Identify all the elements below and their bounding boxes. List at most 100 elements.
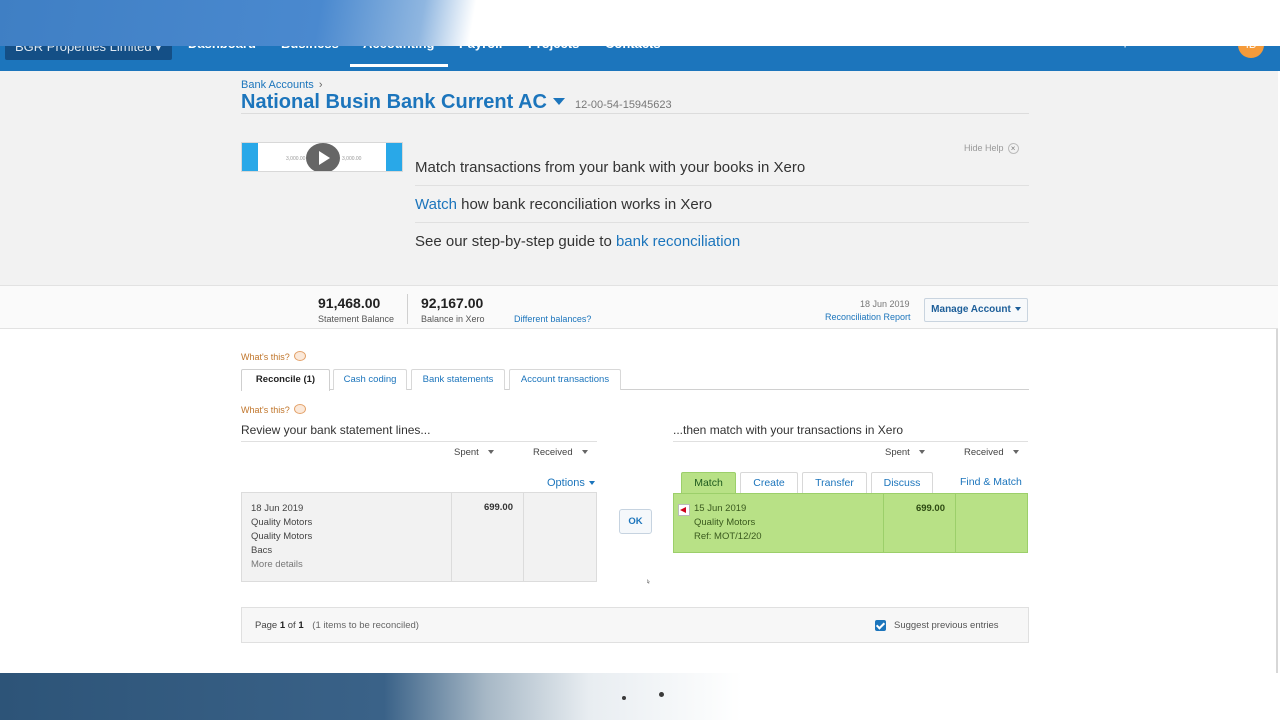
tab-bank-statements[interactable]: Bank statements: [411, 369, 505, 390]
top-navigation-bar: BGR Properties Limited ▾ Dashboard Busin…: [0, 30, 1280, 71]
chevron-down-icon: [552, 98, 565, 105]
bank-reconciliation-link[interactable]: bank reconciliation: [616, 233, 740, 250]
find-and-match-link[interactable]: Find & Match: [960, 476, 1022, 488]
tab-account-transactions[interactable]: Account transactions: [509, 369, 621, 390]
help-text-match: Match transactions from your bank with y…: [415, 159, 806, 176]
chevron-down-icon: [1012, 450, 1019, 454]
statement-balance-label: Statement Balance: [318, 314, 395, 324]
organisation-name: BGR Properties Limited: [15, 39, 152, 54]
tab-transfer[interactable]: Transfer: [802, 472, 867, 493]
balance-bar: 91,468.00 Statement Balance 92,167.00 Ba…: [0, 285, 1278, 329]
received-label: Received: [964, 447, 1004, 458]
whats-this-label: What's this?: [241, 405, 290, 415]
nav-business[interactable]: Business: [281, 36, 339, 51]
divider: [407, 294, 408, 324]
divider: [415, 185, 1029, 186]
spent-label: Spent: [885, 447, 910, 458]
statement-type: Bacs: [251, 545, 273, 556]
more-details-link[interactable]: More details: [251, 559, 303, 570]
statement-line[interactable]: 18 Jun 2019 Quality Motors Quality Motor…: [241, 492, 597, 582]
received-label: Received: [533, 447, 573, 458]
tab-cash-coding[interactable]: Cash coding: [333, 369, 407, 390]
tab-match[interactable]: Match: [681, 472, 736, 493]
wallpaper-cloud: [440, 8, 448, 16]
help-icon[interactable]: ?: [1202, 35, 1216, 49]
matched-reference: Ref: MOT/12/20: [694, 531, 762, 542]
nav-dashboard[interactable]: Dashboard: [188, 36, 256, 51]
divider: [241, 113, 1029, 114]
help-panel: Bank Accounts › National Busin Bank Curr…: [0, 71, 1278, 285]
nav-projects[interactable]: Projects: [528, 36, 579, 51]
hide-help-label: Hide Help: [964, 143, 1004, 153]
reconciliation-report-link[interactable]: Reconciliation Report: [825, 312, 911, 322]
plus-icon[interactable]: +: [1076, 35, 1090, 49]
tab-reconcile[interactable]: Reconcile (1): [241, 369, 330, 391]
manage-account-button[interactable]: Manage Account: [924, 298, 1028, 322]
spent-column-header[interactable]: Spent: [454, 447, 494, 458]
account-title[interactable]: National Busin Bank Current AC: [241, 91, 565, 114]
avatar[interactable]: IB: [1238, 32, 1264, 58]
search-icon[interactable]: ⚲: [1118, 35, 1132, 49]
thumbnail-text: 3,000.00: [286, 156, 306, 162]
hide-help-button[interactable]: Hide Help ×: [964, 143, 1019, 154]
help-video-thumbnail[interactable]: 3,000.00 3,000.00: [241, 142, 403, 172]
page-current: 1: [279, 620, 286, 631]
xero-transactions-heading: ...then match with your transactions in …: [673, 423, 904, 437]
options-dropdown[interactable]: Options: [547, 477, 595, 489]
matched-date: 15 Jun 2019: [694, 503, 747, 514]
breadcrumb: Bank Accounts ›: [241, 79, 323, 91]
matched-spent-amount: 699.00: [915, 503, 945, 514]
page-of: of: [287, 620, 296, 631]
bell-icon[interactable]: ●: [1160, 35, 1174, 49]
mouse-cursor-icon: [647, 579, 650, 584]
statement-line-details: 18 Jun 2019 Quality Motors Quality Motor…: [242, 493, 452, 581]
help-text-guide: See our step-by-step guide to bank recon…: [415, 233, 740, 250]
bank-account-page: Bank Accounts › National Busin Bank Curr…: [0, 71, 1278, 673]
nav-accounting[interactable]: Accounting: [350, 36, 447, 67]
matched-transaction[interactable]: 15 Jun 2019 Quality Motors Ref: MOT/12/2…: [673, 493, 1028, 553]
nav-contacts[interactable]: Contacts: [605, 36, 661, 51]
page-total: 1: [298, 620, 304, 631]
tab-discuss[interactable]: Discuss: [871, 472, 933, 493]
reconcile-tabs: Reconcile (1) Cash coding Bank statement…: [241, 369, 1029, 391]
spent-label: Spent: [454, 447, 479, 458]
speech-bubble-icon: [293, 351, 306, 361]
ok-button[interactable]: OK: [619, 509, 652, 534]
statement-column-headers: Spent Received: [241, 441, 597, 461]
thumbnail-edge: [242, 143, 258, 171]
watch-link[interactable]: Watch: [415, 196, 457, 213]
different-balances-link[interactable]: Different balances?: [514, 314, 591, 324]
statement-payee: Quality Motors: [251, 517, 313, 528]
account-name: National Busin Bank Current AC: [241, 91, 547, 113]
nav-payroll[interactable]: Payroll: [459, 36, 502, 51]
items-to-reconcile-note: (1 items to be reconciled): [312, 620, 419, 631]
whats-this-label: What's this?: [241, 352, 290, 362]
tab-create[interactable]: Create: [740, 472, 798, 493]
reconciliation-date: 18 Jun 2019: [860, 299, 910, 309]
organisation-switcher[interactable]: BGR Properties Limited ▾: [5, 34, 172, 60]
whats-this-link[interactable]: What's this?: [241, 404, 306, 415]
matched-transaction-details: 15 Jun 2019 Quality Motors Ref: MOT/12/2…: [674, 494, 884, 552]
whats-this-link[interactable]: What's this?: [241, 351, 306, 362]
chevron-down-icon: [581, 450, 588, 454]
wallpaper-dot: [622, 696, 626, 700]
help-text-watch-rest: how bank reconciliation works in Xero: [456, 196, 713, 213]
play-icon[interactable]: [306, 143, 340, 171]
spent-column-header[interactable]: Spent: [885, 447, 925, 458]
received-column-header[interactable]: Received: [533, 447, 588, 458]
chevron-down-icon: [918, 450, 925, 454]
account-number: 12-00-54-15945623: [575, 99, 672, 111]
xero-balance-label: Balance in Xero: [421, 314, 485, 324]
statement-lines-heading: Review your bank statement lines...: [241, 423, 431, 437]
statement-date: 18 Jun 2019: [251, 503, 304, 514]
manage-account-label: Manage Account: [931, 304, 1011, 315]
matched-payee: Quality Motors: [694, 517, 756, 528]
breadcrumb-bank-accounts[interactable]: Bank Accounts: [241, 79, 314, 91]
options-label: Options: [547, 477, 585, 489]
speech-bubble-icon: [293, 404, 306, 414]
statement-spent-amount: 699.00: [483, 502, 513, 513]
suggest-previous-entries-checkbox[interactable]: [875, 620, 886, 631]
received-column-header[interactable]: Received: [964, 447, 1019, 458]
page-indicator: Page 1 of 1 (1 items to be reconciled): [255, 620, 419, 631]
wallpaper-dot: [659, 692, 664, 697]
